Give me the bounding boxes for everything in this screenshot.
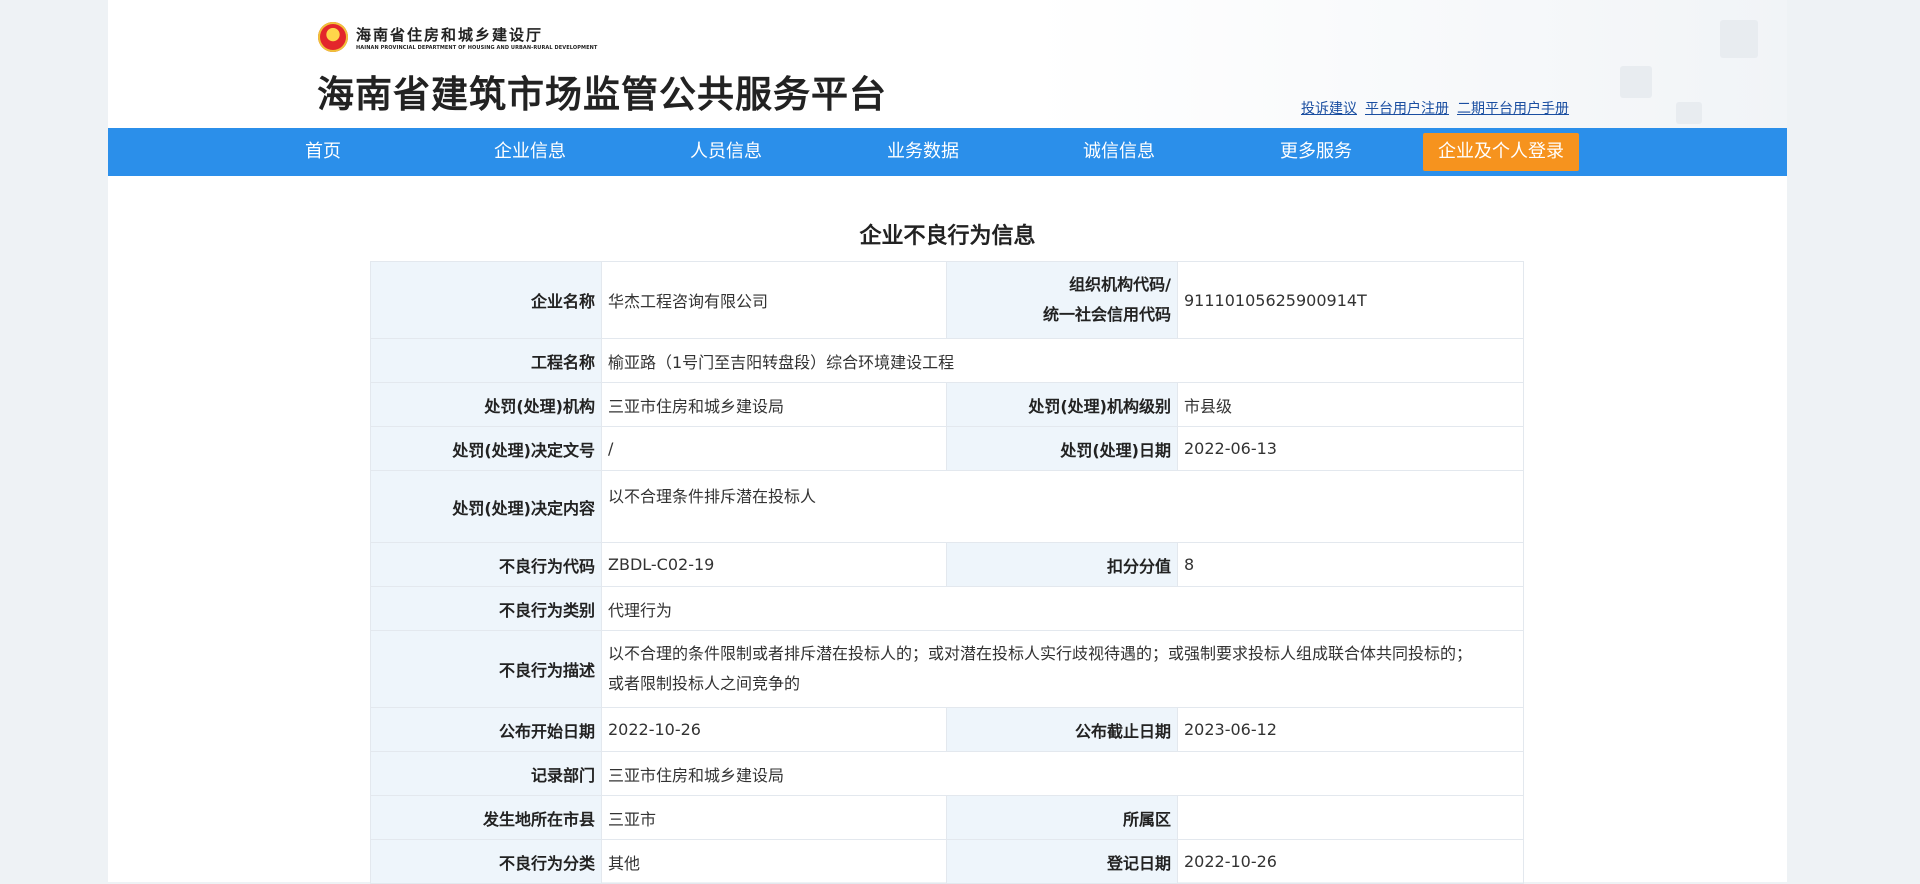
label-agency-level: 处罚(处理)机构级别 <box>946 382 1178 427</box>
label-registration-date: 登记日期 <box>946 839 1178 884</box>
table-row: 不良行为描述 以不合理的条件限制或者排斥潜在投标人的；或对潜在投标人实行歧视待遇… <box>370 630 1524 708</box>
label-org-code: 组织机构代码/ 统一社会信用代码 <box>946 261 1178 339</box>
label-deduction-points: 扣分分值 <box>946 542 1178 587</box>
value-behavior-category: 代理行为 <box>601 586 1524 631</box>
value-behavior-description-line1: 以不合理的条件限制或者排斥潜在投标人的；或对潜在投标人实行歧视待遇的；或强制要求… <box>608 644 1473 663</box>
value-publish-end: 2023-06-12 <box>1177 707 1524 752</box>
table-row: 公布开始日期 2022-10-26 公布截止日期 2023-06-12 <box>370 707 1524 752</box>
department-name: 海南省住房和城乡建设厅 <box>356 26 544 44</box>
manual-link[interactable]: 二期平台用户手册 <box>1457 98 1569 118</box>
label-district: 所属区 <box>946 795 1178 840</box>
label-decision-number: 处罚(处理)决定文号 <box>370 426 602 471</box>
top-links: 投诉建议 平台用户注册 二期平台用户手册 <box>1301 98 1569 118</box>
value-registration-date: 2022-10-26 <box>1177 839 1524 884</box>
value-penalty-date: 2022-06-13 <box>1177 426 1524 471</box>
site-title: 海南省建筑市场监管公共服务平台 <box>317 73 887 116</box>
nav-item-personnel[interactable]: 人员信息 <box>676 128 776 176</box>
table-row: 处罚(处理)机构 三亚市住房和城乡建设局 处罚(处理)机构级别 市县级 <box>370 382 1524 427</box>
table-row: 不良行为类别 代理行为 <box>370 586 1524 631</box>
value-decision-number: / <box>601 426 947 471</box>
label-behavior-classification: 不良行为分类 <box>370 839 602 884</box>
page-title: 企业不良行为信息 <box>859 224 1036 249</box>
label-behavior-code: 不良行为代码 <box>370 542 602 587</box>
label-org-code-line2: 统一社会信用代码 <box>1042 305 1171 324</box>
table-row: 处罚(处理)决定内容 以不合理条件排斥潜在投标人 <box>370 470 1524 543</box>
header-decoration <box>1676 102 1702 124</box>
register-link[interactable]: 平台用户注册 <box>1365 98 1449 118</box>
national-emblem-icon <box>318 22 348 52</box>
bad-behavior-info-table: 企业名称 华杰工程咨询有限公司 组织机构代码/ 统一社会信用代码 9111010… <box>370 261 1524 884</box>
value-decision-content: 以不合理条件排斥潜在投标人 <box>601 470 1524 543</box>
value-city-county: 三亚市 <box>601 795 947 840</box>
value-agency-level: 市县级 <box>1177 382 1524 427</box>
department-name-en: HAINAN PROVINCIAL DEPARTMENT OF HOUSING … <box>356 45 598 51</box>
label-behavior-category: 不良行为类别 <box>370 586 602 631</box>
header-decoration <box>1720 20 1758 58</box>
table-row: 处罚(处理)决定文号 / 处罚(处理)日期 2022-06-13 <box>370 426 1524 471</box>
value-district <box>1177 795 1524 840</box>
main-nav: 首页 企业信息 人员信息 业务数据 诚信信息 更多服务 企业及个人登录 <box>108 128 1787 176</box>
table-row: 不良行为分类 其他 登记日期 2022-10-26 <box>370 839 1524 884</box>
header-decoration <box>1620 66 1652 98</box>
table-row: 工程名称 榆亚路（1号门至吉阳转盘段）综合环境建设工程 <box>370 338 1524 383</box>
site-header: 海南省住房和城乡建设厅 HAINAN PROVINCIAL DEPARTMENT… <box>108 0 1787 128</box>
label-behavior-description: 不良行为描述 <box>370 630 602 708</box>
value-project-name: 榆亚路（1号门至吉阳转盘段）综合环境建设工程 <box>601 338 1524 383</box>
table-row: 发生地所在市县 三亚市 所属区 <box>370 795 1524 840</box>
value-behavior-description-line2: 或者限制投标人之间竞争的 <box>608 674 801 693</box>
label-publish-end: 公布截止日期 <box>946 707 1178 752</box>
label-record-department: 记录部门 <box>370 751 602 796</box>
label-penalty-agency: 处罚(处理)机构 <box>370 382 602 427</box>
nav-item-more-services[interactable]: 更多服务 <box>1266 128 1366 176</box>
value-publish-start: 2022-10-26 <box>601 707 947 752</box>
table-row: 企业名称 华杰工程咨询有限公司 组织机构代码/ 统一社会信用代码 9111010… <box>370 261 1524 339</box>
nav-item-credit[interactable]: 诚信信息 <box>1069 128 1169 176</box>
label-company-name: 企业名称 <box>370 261 602 339</box>
value-behavior-description: 以不合理的条件限制或者排斥潜在投标人的；或对潜在投标人实行歧视待遇的；或强制要求… <box>601 630 1524 708</box>
complaint-link[interactable]: 投诉建议 <box>1301 98 1357 118</box>
value-behavior-classification: 其他 <box>601 839 947 884</box>
nav-item-home[interactable]: 首页 <box>283 128 363 176</box>
label-penalty-date: 处罚(处理)日期 <box>946 426 1178 471</box>
value-penalty-agency: 三亚市住房和城乡建设局 <box>601 382 947 427</box>
login-button[interactable]: 企业及个人登录 <box>1423 133 1579 171</box>
table-row: 不良行为代码 ZBDL-C02-19 扣分分值 8 <box>370 542 1524 587</box>
value-deduction-points: 8 <box>1177 542 1524 587</box>
value-company-name: 华杰工程咨询有限公司 <box>601 261 947 339</box>
label-org-code-line1: 组织机构代码/ <box>1069 275 1171 294</box>
label-decision-content: 处罚(处理)决定内容 <box>370 470 602 543</box>
label-project-name: 工程名称 <box>370 338 602 383</box>
nav-item-enterprise[interactable]: 企业信息 <box>480 128 580 176</box>
value-org-code: 91110105625900914T <box>1177 261 1524 339</box>
label-city-county: 发生地所在市县 <box>370 795 602 840</box>
page: 海南省住房和城乡建设厅 HAINAN PROVINCIAL DEPARTMENT… <box>108 0 1787 884</box>
value-behavior-code: ZBDL-C02-19 <box>601 542 947 587</box>
nav-item-business-data[interactable]: 业务数据 <box>873 128 973 176</box>
table-row: 记录部门 三亚市住房和城乡建设局 <box>370 751 1524 796</box>
label-publish-start: 公布开始日期 <box>370 707 602 752</box>
value-record-department: 三亚市住房和城乡建设局 <box>601 751 1524 796</box>
